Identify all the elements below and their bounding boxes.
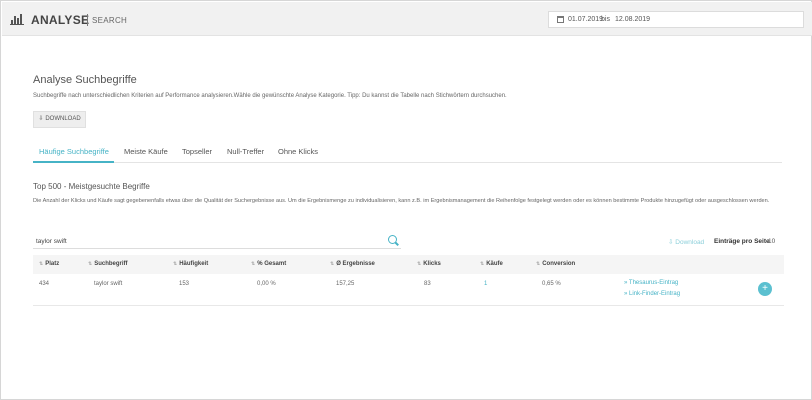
- date-range-picker[interactable]: 01.07.2019 bis 12.08.2019: [548, 11, 804, 28]
- top-bar: ANALYSE SEARCH 01.07.2019 bis 12.08.2019: [2, 2, 812, 36]
- app-subtitle: SEARCH: [92, 16, 128, 25]
- link-finder-entry-link[interactable]: » Link-Finder-Eintrag: [624, 291, 680, 297]
- section-description: Die Anzahl der Klicks und Käufe sagt geg…: [33, 198, 770, 204]
- tab-topseller[interactable]: Topseller: [182, 147, 212, 156]
- table-download-label: Download: [675, 239, 705, 246]
- table-header: ⇅ Platz ⇅ Suchbegriff ⇅ Häufigkeit ⇅% Gesam…: [33, 255, 784, 274]
- cell-platz: 434: [39, 281, 50, 287]
- page-title: Analyse Suchbegriffe: [33, 74, 137, 86]
- section-title: Top 500 - Meistgesuchte Begriffe: [33, 182, 150, 191]
- cell-kaeufe[interactable]: 1: [484, 281, 487, 287]
- col-gesamt[interactable]: ⇅% Gesamt: [251, 261, 286, 267]
- cell-ergebnisse: 157,25: [336, 281, 355, 287]
- tab-null-treffer[interactable]: Null-Treffer: [227, 147, 264, 156]
- tab-meiste-kaeufe[interactable]: Meiste Käufe: [124, 147, 168, 156]
- entries-per-page-label: Einträge pro Seite: [714, 238, 770, 245]
- cell-haeufigkeit: 153: [179, 281, 190, 287]
- col-haeufigkeit[interactable]: ⇅ Häufigkeit: [173, 261, 208, 267]
- tab-ohne-klicks[interactable]: Ohne Klicks: [278, 147, 318, 156]
- date-separator: bis: [601, 16, 610, 23]
- entries-per-page-select[interactable]: 10: [768, 238, 775, 245]
- col-ergebnisse[interactable]: ⇅ Ø Ergebnisse: [330, 261, 375, 267]
- download-icon: ⇩: [38, 116, 44, 122]
- bar-chart-icon: [10, 13, 24, 25]
- table-search: [33, 234, 401, 249]
- date-from: 01.07.2019: [568, 16, 604, 23]
- add-entry-button[interactable]: +: [758, 282, 772, 296]
- cell-conversion: 0,65 %: [542, 281, 561, 287]
- calendar-icon: [557, 16, 564, 23]
- cell-gesamt: 0,00 %: [257, 281, 276, 287]
- download-button[interactable]: ⇩ DOWNLOAD: [33, 111, 86, 128]
- cell-suchbegriff: taylor swift: [94, 281, 123, 287]
- title-divider: [87, 14, 88, 26]
- tab-haeufige-suchbegriffe[interactable]: Häufige Suchbegriffe: [39, 147, 109, 156]
- col-kaeufe[interactable]: ⇅ Käufe: [480, 261, 503, 267]
- app-title: ANALYSE: [31, 13, 90, 27]
- cell-klicks: 83: [424, 281, 431, 287]
- search-input[interactable]: [33, 234, 373, 248]
- app-frame: ANALYSE SEARCH 01.07.2019 bis 12.08.2019…: [0, 0, 812, 400]
- date-to: 12.08.2019: [615, 16, 651, 23]
- table-row: 434 taylor swift 153 0,00 % 157,25 83 1 …: [33, 274, 784, 306]
- col-klicks[interactable]: ⇅ Klicks: [417, 261, 441, 267]
- col-suchbegriff[interactable]: ⇅ Suchbegriff: [88, 261, 128, 267]
- analysis-tabs: Häufige Suchbegriffe Meiste Käufe Topsel…: [33, 142, 782, 163]
- search-icon[interactable]: [388, 235, 397, 244]
- thesaurus-entry-link[interactable]: » Thesaurus-Eintrag: [624, 280, 678, 286]
- table-download-link[interactable]: ⇩ Download: [668, 238, 704, 246]
- download-button-label: DOWNLOAD: [45, 116, 81, 122]
- col-platz[interactable]: ⇅ Platz: [39, 261, 59, 267]
- page-description: Suchbegriffe nach unterschiedlichen Krit…: [33, 93, 507, 99]
- col-conversion[interactable]: ⇅ Conversion: [536, 261, 575, 267]
- active-tab-indicator: [33, 161, 114, 163]
